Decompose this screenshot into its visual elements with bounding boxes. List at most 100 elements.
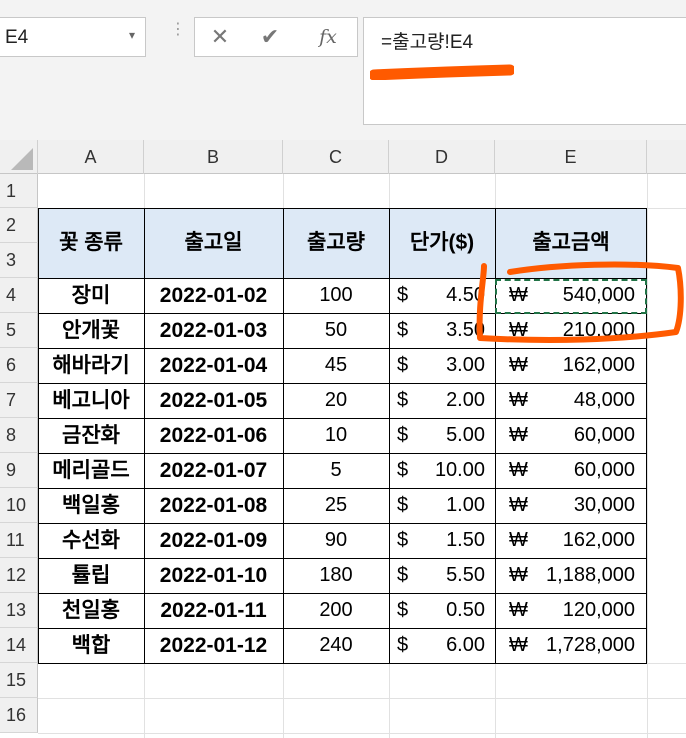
cell-flower-type[interactable]: 백합 xyxy=(38,628,144,663)
cell-quantity[interactable]: 25 xyxy=(283,488,389,523)
cell-unit-price[interactable]: $5.00 xyxy=(389,418,495,453)
cell-unit-price[interactable]: $0.50 xyxy=(389,593,495,628)
cell-ship-date[interactable]: 2022-01-03 xyxy=(144,313,283,348)
name-box-value: E4 xyxy=(5,27,29,48)
cell-quantity[interactable]: 200 xyxy=(283,593,389,628)
column-header-d[interactable]: D xyxy=(389,140,495,174)
cell-ship-date[interactable]: 2022-01-12 xyxy=(144,628,283,663)
row-header[interactable]: 5 xyxy=(0,313,38,348)
cell-quantity[interactable]: 50 xyxy=(283,313,389,348)
cell-flower-type[interactable]: 베고니아 xyxy=(38,383,144,418)
cell-flower-type[interactable]: 백일홍 xyxy=(38,488,144,523)
annotation-underline xyxy=(370,64,514,80)
cell-unit-price[interactable]: $1.00 xyxy=(389,488,495,523)
row-header[interactable]: 6 xyxy=(0,348,38,383)
row-header[interactable]: 3 xyxy=(0,243,38,278)
cell-unit-price[interactable]: $1.50 xyxy=(389,523,495,558)
won-symbol: ₩ xyxy=(509,564,528,586)
cell-quantity[interactable]: 45 xyxy=(283,348,389,383)
cell-flower-type[interactable]: 메리골드 xyxy=(38,453,144,488)
cell-ship-date[interactable]: 2022-01-02 xyxy=(144,278,283,313)
row-header[interactable]: 9 xyxy=(0,453,38,488)
cell-flower-type[interactable]: 천일홍 xyxy=(38,593,144,628)
cell-quantity[interactable]: 100 xyxy=(283,278,389,313)
cell-amount[interactable]: ₩1,188,000 xyxy=(495,558,647,593)
cell-flower-type[interactable]: 금잔화 xyxy=(38,418,144,453)
cell-amount[interactable]: ₩162,000 xyxy=(495,348,647,383)
cell-quantity[interactable]: 20 xyxy=(283,383,389,418)
currency-symbol: $ xyxy=(397,459,409,481)
cell-amount[interactable]: ₩48,000 xyxy=(495,383,647,418)
table-border xyxy=(38,523,647,524)
cell-unit-price[interactable]: $6.00 xyxy=(389,628,495,663)
cell-ship-date[interactable]: 2022-01-11 xyxy=(144,593,283,628)
column-header-c[interactable]: C xyxy=(283,140,389,174)
cell-flower-type[interactable]: 수선화 xyxy=(38,523,144,558)
won-symbol: ₩ xyxy=(509,389,528,411)
cell-unit-price[interactable]: $2.00 xyxy=(389,383,495,418)
row-header[interactable]: 10 xyxy=(0,488,38,523)
price-value: 5.00 xyxy=(446,424,485,446)
amount-value: 60,000 xyxy=(573,459,635,481)
price-value: 2.00 xyxy=(446,389,485,411)
column-header-f[interactable] xyxy=(647,140,686,174)
cell-quantity[interactable]: 5 xyxy=(283,453,389,488)
column-header-b[interactable]: B xyxy=(144,140,283,174)
row-header[interactable]: 8 xyxy=(0,418,38,453)
row-header[interactable]: 12 xyxy=(0,558,38,593)
cell-quantity[interactable]: 240 xyxy=(283,628,389,663)
won-symbol: ₩ xyxy=(509,599,528,621)
cell-ship-date[interactable]: 2022-01-05 xyxy=(144,383,283,418)
table-border xyxy=(38,558,647,559)
cell-unit-price[interactable]: $10.00 xyxy=(389,453,495,488)
row-header[interactable]: 11 xyxy=(0,523,38,558)
select-all-button[interactable] xyxy=(0,140,38,174)
cell-amount[interactable]: ₩120,000 xyxy=(495,593,647,628)
chevron-down-icon[interactable]: ▾ xyxy=(129,28,135,42)
row-header[interactable]: 7 xyxy=(0,383,38,418)
cell-amount[interactable]: ₩30,000 xyxy=(495,488,647,523)
row-header[interactable]: 16 xyxy=(0,698,38,733)
cell-amount[interactable]: ₩1,728,000 xyxy=(495,628,647,663)
column-header-a[interactable]: A xyxy=(38,140,144,174)
header-flower-type[interactable]: 꽃 종류 xyxy=(38,208,144,278)
cell-quantity[interactable]: 90 xyxy=(283,523,389,558)
cell-ship-date[interactable]: 2022-01-10 xyxy=(144,558,283,593)
cell-flower-type[interactable]: 안개꽃 xyxy=(38,313,144,348)
row-header[interactable]: 13 xyxy=(0,593,38,628)
header-ship-date[interactable]: 출고일 xyxy=(144,208,283,278)
cell-ship-date[interactable]: 2022-01-07 xyxy=(144,453,283,488)
name-box[interactable]: E4 ▾ xyxy=(0,17,146,57)
header-quantity[interactable]: 출고량 xyxy=(283,208,389,278)
cell-quantity[interactable]: 180 xyxy=(283,558,389,593)
currency-symbol: $ xyxy=(397,284,409,306)
check-icon[interactable]: ✔ xyxy=(253,21,287,53)
currency-symbol: $ xyxy=(397,389,409,411)
row-header[interactable]: 1 xyxy=(0,174,38,208)
cell-flower-type[interactable]: 장미 xyxy=(38,278,144,313)
row-header[interactable]: 15 xyxy=(0,663,38,698)
cell-ship-date[interactable]: 2022-01-04 xyxy=(144,348,283,383)
cell-flower-type[interactable]: 해바라기 xyxy=(38,348,144,383)
currency-symbol: $ xyxy=(397,599,409,621)
row-header[interactable]: 4 xyxy=(0,278,38,313)
cell-ship-date[interactable]: 2022-01-06 xyxy=(144,418,283,453)
row-header[interactable]: 2 xyxy=(0,208,38,243)
amount-value: 1,188,000 xyxy=(546,564,635,586)
drag-handle-icon[interactable]: ⋮ xyxy=(170,22,186,38)
cell-unit-price[interactable]: $3.00 xyxy=(389,348,495,383)
table-border xyxy=(389,208,390,664)
row-header[interactable]: 14 xyxy=(0,628,38,663)
price-value: 1.00 xyxy=(446,494,485,516)
cell-ship-date[interactable]: 2022-01-08 xyxy=(144,488,283,523)
column-header-e[interactable]: E xyxy=(495,140,647,174)
insert-function-icon[interactable]: fx xyxy=(311,21,345,53)
cell-ship-date[interactable]: 2022-01-09 xyxy=(144,523,283,558)
cell-flower-type[interactable]: 튤립 xyxy=(38,558,144,593)
cell-amount[interactable]: ₩60,000 xyxy=(495,418,647,453)
cell-quantity[interactable]: 10 xyxy=(283,418,389,453)
cell-unit-price[interactable]: $5.50 xyxy=(389,558,495,593)
close-icon[interactable]: ✕ xyxy=(203,21,237,53)
cell-amount[interactable]: ₩60,000 xyxy=(495,453,647,488)
cell-amount[interactable]: ₩162,000 xyxy=(495,523,647,558)
